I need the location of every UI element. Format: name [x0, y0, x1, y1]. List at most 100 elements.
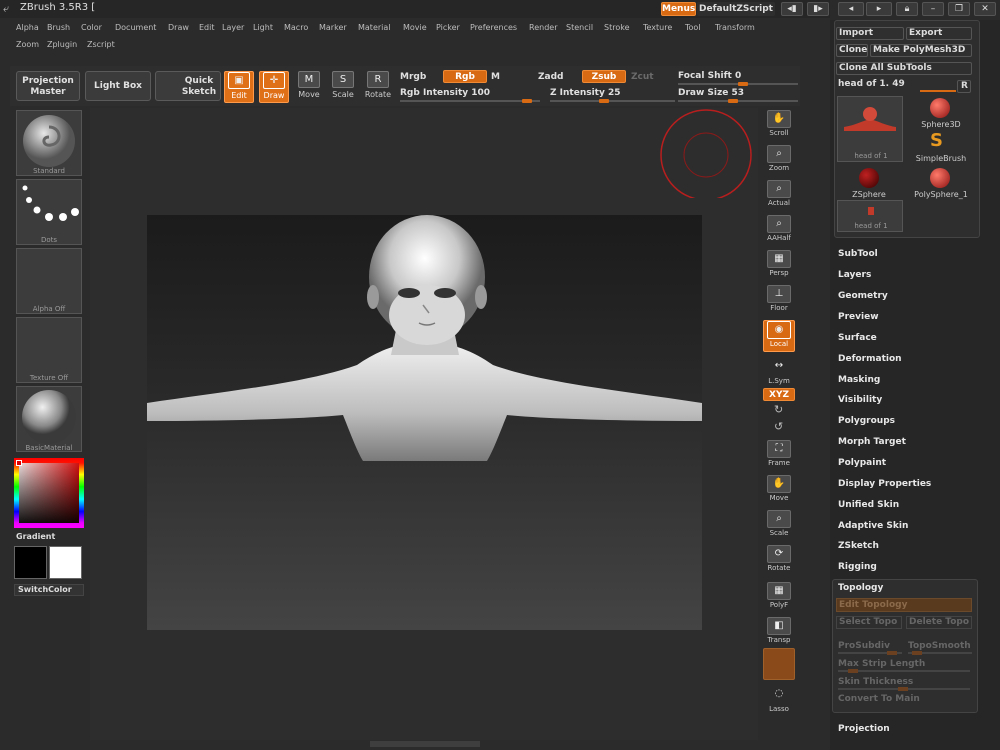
palette-masking[interactable]: Masking	[838, 375, 880, 385]
floor-button[interactable]: ⊥ Floor	[763, 285, 795, 317]
menu-picker[interactable]: Picker	[436, 23, 460, 32]
tray-prev-icon[interactable]: ◂	[838, 2, 864, 16]
menu-zplugin[interactable]: Zplugin	[47, 40, 77, 49]
prosubdiv-slider[interactable]: ProSubdiv	[838, 641, 890, 651]
rotate-y-icon[interactable]: ↻	[774, 403, 783, 416]
document-canvas[interactable]	[147, 215, 702, 630]
zcut-button[interactable]: Zcut	[631, 72, 654, 82]
next-button[interactable]: ▮▸	[807, 2, 829, 16]
navigation-ring-icon[interactable]	[658, 108, 756, 198]
palette-deformation[interactable]: Deformation	[838, 354, 902, 364]
select-topo-button[interactable]: Select Topo	[836, 616, 902, 629]
menu-macro[interactable]: Macro	[284, 23, 308, 32]
import-button[interactable]: Import	[836, 27, 904, 40]
palette-zsketch[interactable]: ZSketch	[838, 541, 879, 551]
rgb-intensity-knob[interactable]	[522, 99, 532, 103]
menu-stroke[interactable]: Stroke	[604, 23, 630, 32]
menu-alpha[interactable]: Alpha	[16, 23, 39, 32]
close-icon[interactable]: ✕	[974, 2, 996, 16]
menu-stencil[interactable]: Stencil	[566, 23, 593, 32]
focal-shift-slider[interactable]: Focal Shift 0	[678, 71, 741, 81]
menu-tool[interactable]: Tool	[685, 23, 701, 32]
move-mode-button[interactable]: M Move	[294, 71, 324, 103]
rgb-button[interactable]: Rgb	[443, 70, 487, 83]
menus-button[interactable]: Menus	[661, 2, 696, 16]
frame-button[interactable]: ⛶ Frame	[763, 440, 795, 472]
aahalf-button[interactable]: ⌕ AAHalf	[763, 215, 795, 247]
menu-edit[interactable]: Edit	[199, 23, 215, 32]
tool-slider[interactable]	[920, 90, 956, 92]
lock-icon[interactable]: 🔒︎	[896, 2, 918, 16]
menu-zscript[interactable]: Zscript	[87, 40, 115, 49]
xyz-button[interactable]: XYZ	[763, 388, 795, 401]
light-box-button[interactable]: Light Box	[85, 71, 151, 101]
zoom-button[interactable]: ⌕ Zoom	[763, 145, 795, 177]
tray-next-icon[interactable]: ▸	[866, 2, 892, 16]
reset-r-button[interactable]: R	[957, 80, 971, 93]
palette-visibility[interactable]: Visibility	[838, 395, 882, 405]
transp-button[interactable]: ◧ Transp	[763, 617, 795, 649]
palette-display-properties[interactable]: Display Properties	[838, 479, 931, 489]
rotate-mode-button[interactable]: R Rotate	[363, 71, 393, 103]
bottom-scroll-handle[interactable]	[370, 741, 480, 747]
menu-layer[interactable]: Layer	[222, 23, 244, 32]
delete-topo-button[interactable]: Delete Topo	[906, 616, 972, 629]
polyf-button[interactable]: ▦ PolyF	[763, 582, 795, 614]
menu-zoom[interactable]: Zoom	[16, 40, 39, 49]
rotate-z-icon[interactable]: ↺	[774, 420, 783, 433]
quick-sketch-button[interactable]: Quick Sketch	[155, 71, 221, 101]
menu-texture[interactable]: Texture	[643, 23, 672, 32]
palette-adaptive-skin[interactable]: Adaptive Skin	[838, 521, 908, 531]
menu-draw[interactable]: Draw	[168, 23, 189, 32]
palette-geometry[interactable]: Geometry	[838, 291, 888, 301]
topology-title[interactable]: Topology	[838, 583, 883, 593]
prosubdiv-knob[interactable]	[887, 651, 897, 655]
menu-material[interactable]: Material	[358, 23, 391, 32]
max-strip-knob[interactable]	[848, 669, 858, 673]
hue-ring[interactable]	[14, 458, 84, 528]
clone-all-subtools-button[interactable]: Clone All SubTools	[836, 62, 972, 75]
menu-preferences[interactable]: Preferences	[470, 23, 517, 32]
lasso-button[interactable]: ◌ Lasso	[763, 686, 795, 718]
palette-polygroups[interactable]: Polygroups	[838, 416, 895, 426]
focal-shift-knob[interactable]	[738, 82, 748, 86]
max-strip-length-slider[interactable]: Max Strip Length	[838, 659, 925, 669]
menu-brush[interactable]: Brush	[47, 23, 70, 32]
material-thumbnail[interactable]	[16, 386, 82, 452]
gradient-label[interactable]: Gradient	[16, 532, 55, 541]
palette-projection[interactable]: Projection	[838, 724, 890, 734]
palette-unified-skin[interactable]: Unified Skin	[838, 500, 899, 510]
minimize-icon[interactable]: –	[922, 2, 944, 16]
palette-rigging[interactable]: Rigging	[838, 562, 877, 572]
scale-view-button[interactable]: ⌕ Scale	[763, 510, 795, 542]
rotate-view-button[interactable]: ⟳ Rotate	[763, 545, 795, 577]
zsub-button[interactable]: Zsub	[582, 70, 626, 83]
z-intensity-slider[interactable]: Z Intensity 25	[550, 88, 621, 98]
palette-layers[interactable]: Layers	[838, 270, 871, 280]
move-view-button[interactable]: ✋ Move	[763, 475, 795, 507]
toposmooth-slider[interactable]: TopoSmooth	[908, 641, 971, 651]
palette-preview[interactable]: Preview	[838, 312, 879, 322]
actual-button[interactable]: ⌕ Actual	[763, 180, 795, 212]
zadd-button[interactable]: Zadd	[538, 72, 563, 82]
rgb-intensity-track[interactable]	[400, 100, 540, 102]
tool-thumb-head[interactable]: head of 1	[837, 96, 903, 162]
lsym-button[interactable]: ↔ L.Sym	[763, 358, 795, 390]
export-button[interactable]: Export	[906, 27, 972, 40]
edit-topology-button[interactable]: Edit Topology	[836, 598, 972, 612]
menu-light[interactable]: Light	[253, 23, 273, 32]
ghost-button[interactable]	[763, 648, 795, 680]
simplebrush-icon[interactable]: S	[930, 130, 943, 151]
edit-mode-button[interactable]: ▣ Edit	[224, 71, 254, 103]
color-marker[interactable]	[16, 460, 22, 466]
sphere3d-icon[interactable]	[930, 98, 950, 118]
persp-button[interactable]: ▦ Persp	[763, 250, 795, 282]
default-zscript-button[interactable]: DefaultZScript	[697, 2, 775, 16]
z-intensity-track[interactable]	[550, 100, 675, 102]
make-polymesh-button[interactable]: Make PolyMesh3D	[870, 44, 972, 57]
mrgb-button[interactable]: Mrgb	[400, 72, 426, 82]
draw-size-knob[interactable]	[728, 99, 738, 103]
projection-master-button[interactable]: Projection Master	[16, 71, 80, 101]
m-button[interactable]: M	[491, 72, 500, 82]
scroll-button[interactable]: ✋ Scroll	[763, 110, 795, 142]
